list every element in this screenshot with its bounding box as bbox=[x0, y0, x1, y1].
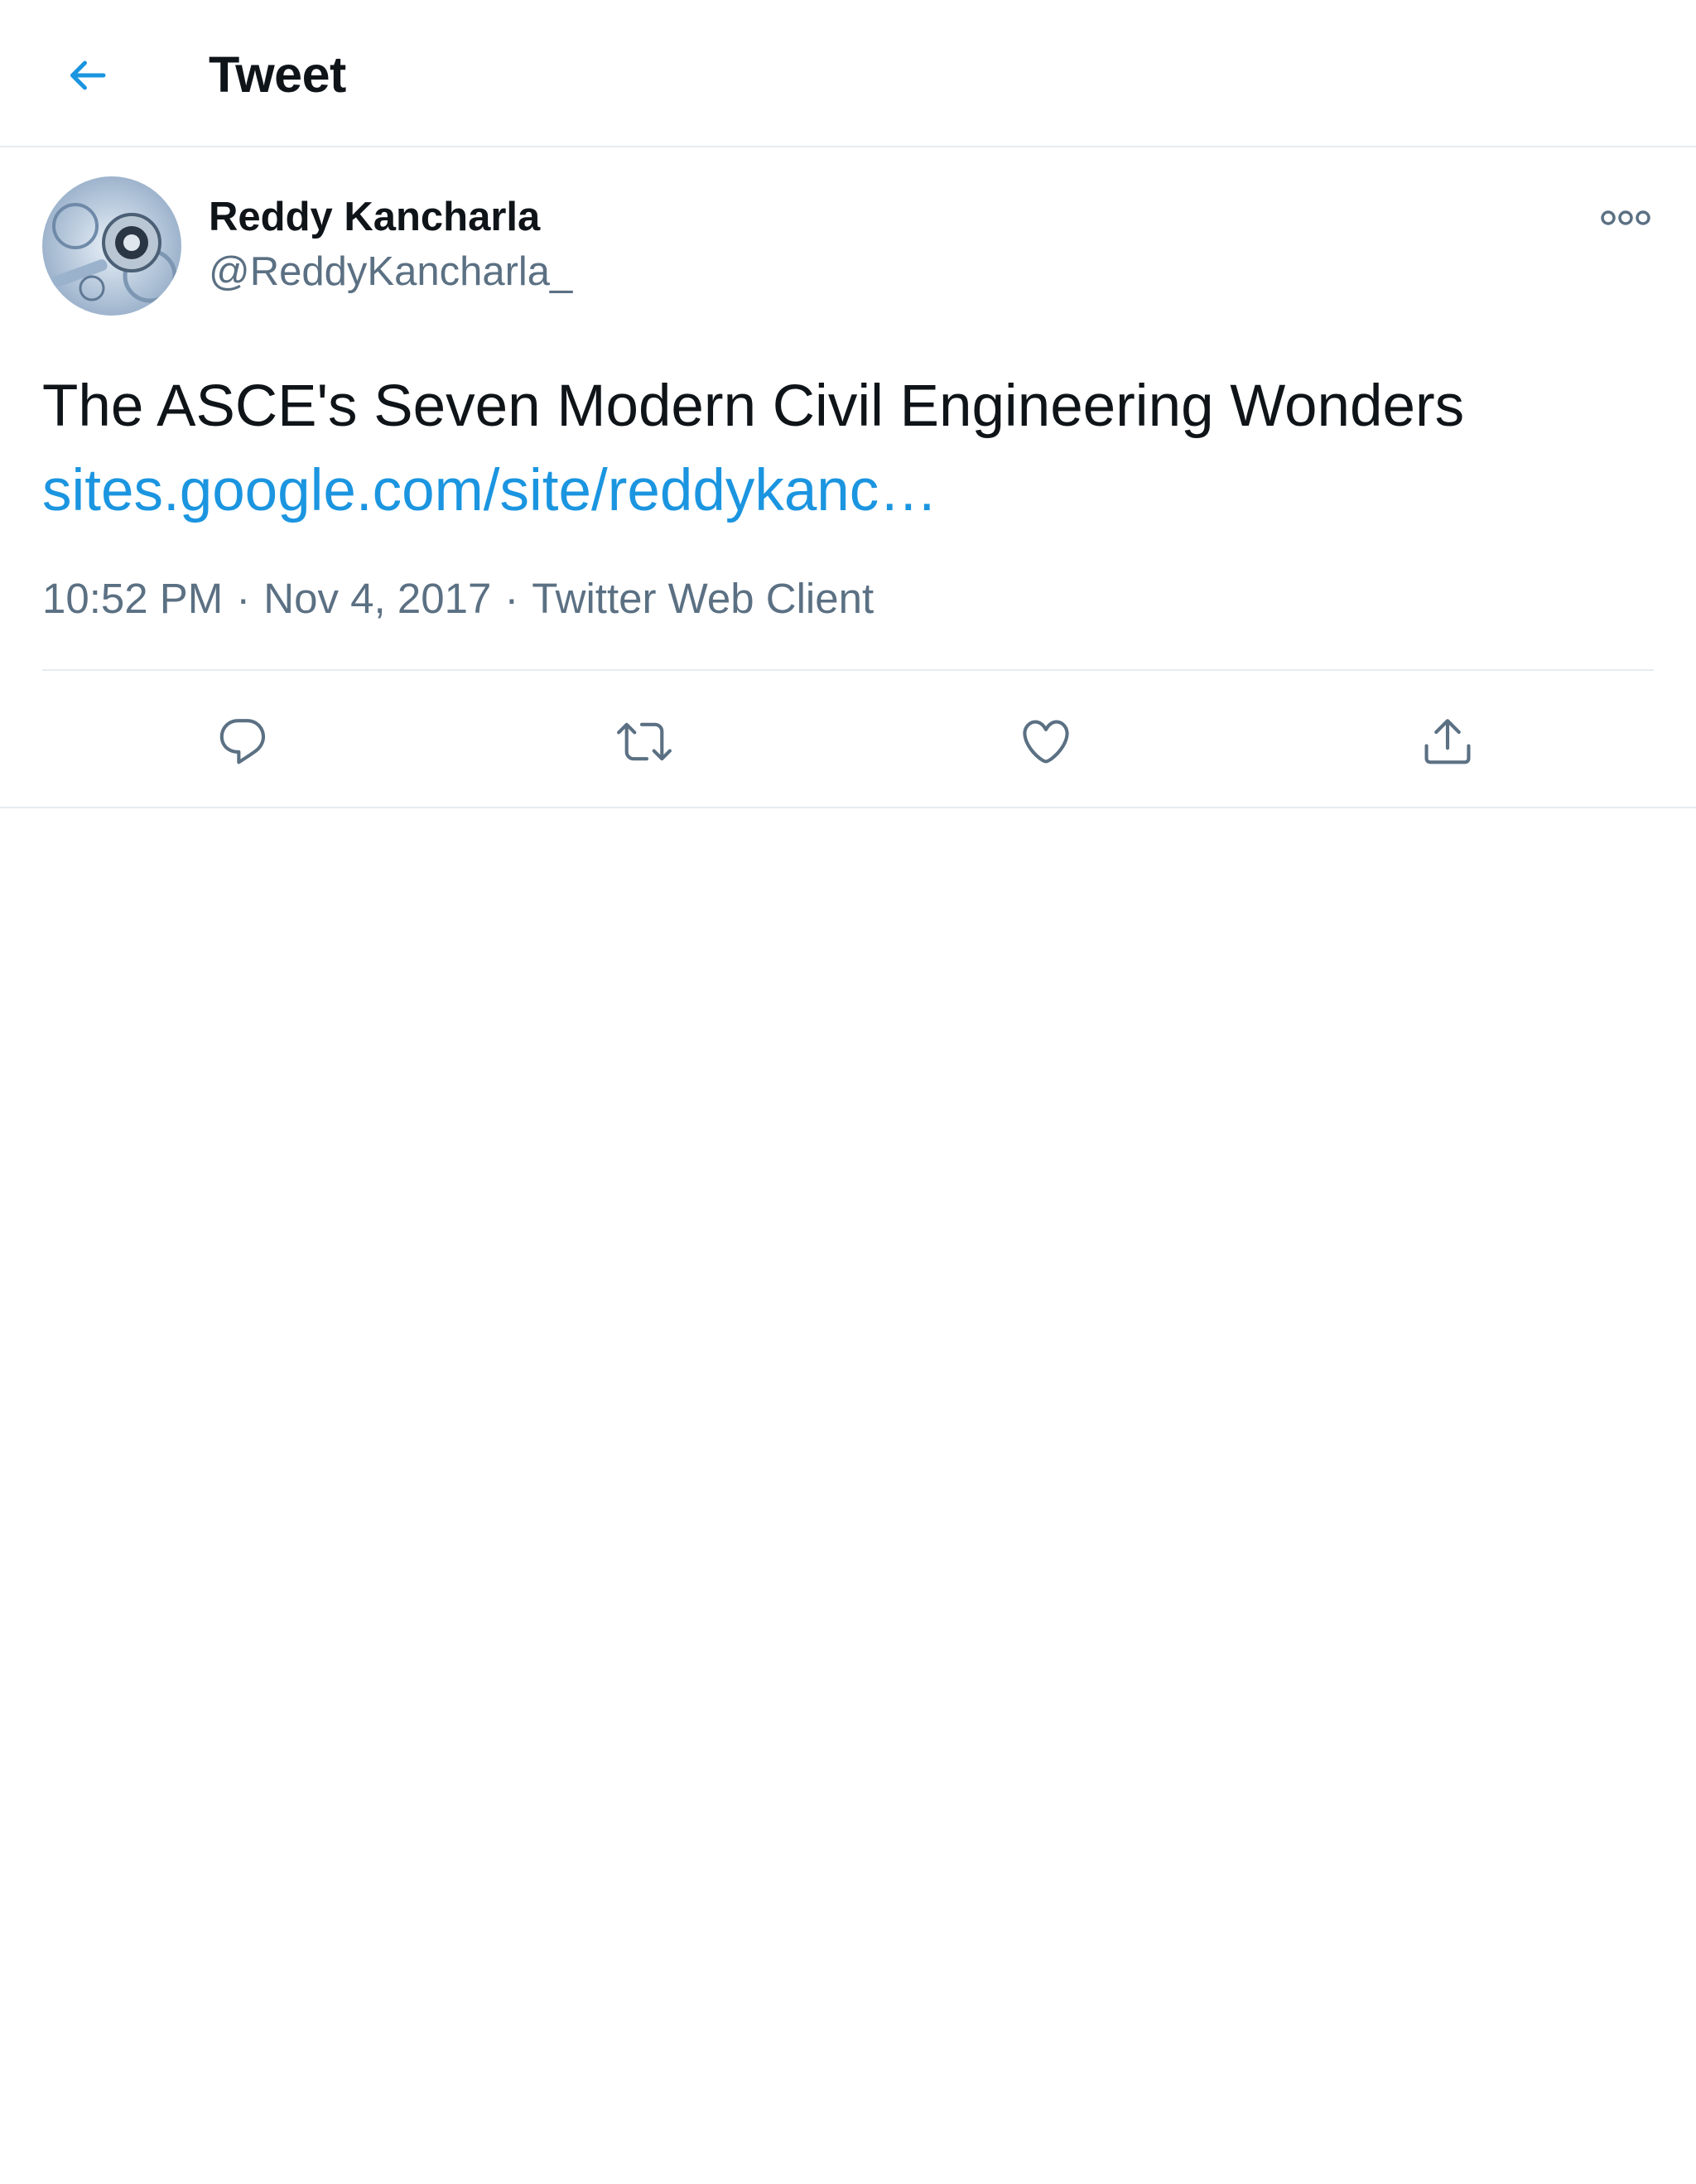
like-icon bbox=[1023, 720, 1069, 764]
more-options-button[interactable] bbox=[1588, 189, 1663, 247]
tweet-link[interactable]: sites.google.com/site/reddykanc… bbox=[42, 458, 937, 523]
like-button[interactable] bbox=[1005, 700, 1087, 783]
reply-button[interactable] bbox=[201, 700, 284, 783]
author-name[interactable]: Reddy Kancharla bbox=[209, 192, 540, 242]
retweet-button[interactable] bbox=[603, 700, 686, 783]
tweet-time[interactable]: 10:52 PM bbox=[42, 575, 223, 622]
avatar-image bbox=[42, 176, 181, 316]
tweet-date[interactable]: Nov 4, 2017 bbox=[263, 575, 491, 622]
share-icon bbox=[1424, 719, 1471, 764]
tweet-source[interactable]: Twitter Web Client bbox=[532, 575, 874, 622]
author-handle[interactable]: @ReddyKancharla_ bbox=[209, 247, 572, 297]
tweet-meta: 10:52 PM · Nov 4, 2017 · Twitter Web Client bbox=[42, 571, 874, 626]
page-title: Tweet bbox=[209, 46, 346, 103]
back-button[interactable] bbox=[51, 40, 123, 111]
tweet-text: The ASCE's Seven Modern Civil Engineerin… bbox=[42, 364, 1657, 533]
tweet-bottom-border bbox=[0, 807, 1696, 808]
meta-separator: · bbox=[504, 575, 519, 622]
retweet-icon bbox=[617, 722, 672, 761]
arrow-left-icon bbox=[70, 60, 106, 90]
page-header: Tweet bbox=[0, 0, 1696, 147]
divider bbox=[42, 669, 1654, 671]
avatar[interactable] bbox=[42, 176, 181, 316]
reply-icon bbox=[219, 719, 266, 764]
meta-separator: · bbox=[236, 575, 251, 622]
tweet-body: The ASCE's Seven Modern Civil Engineerin… bbox=[42, 374, 1465, 439]
more-icon bbox=[1601, 210, 1650, 225]
share-button[interactable] bbox=[1406, 700, 1489, 783]
